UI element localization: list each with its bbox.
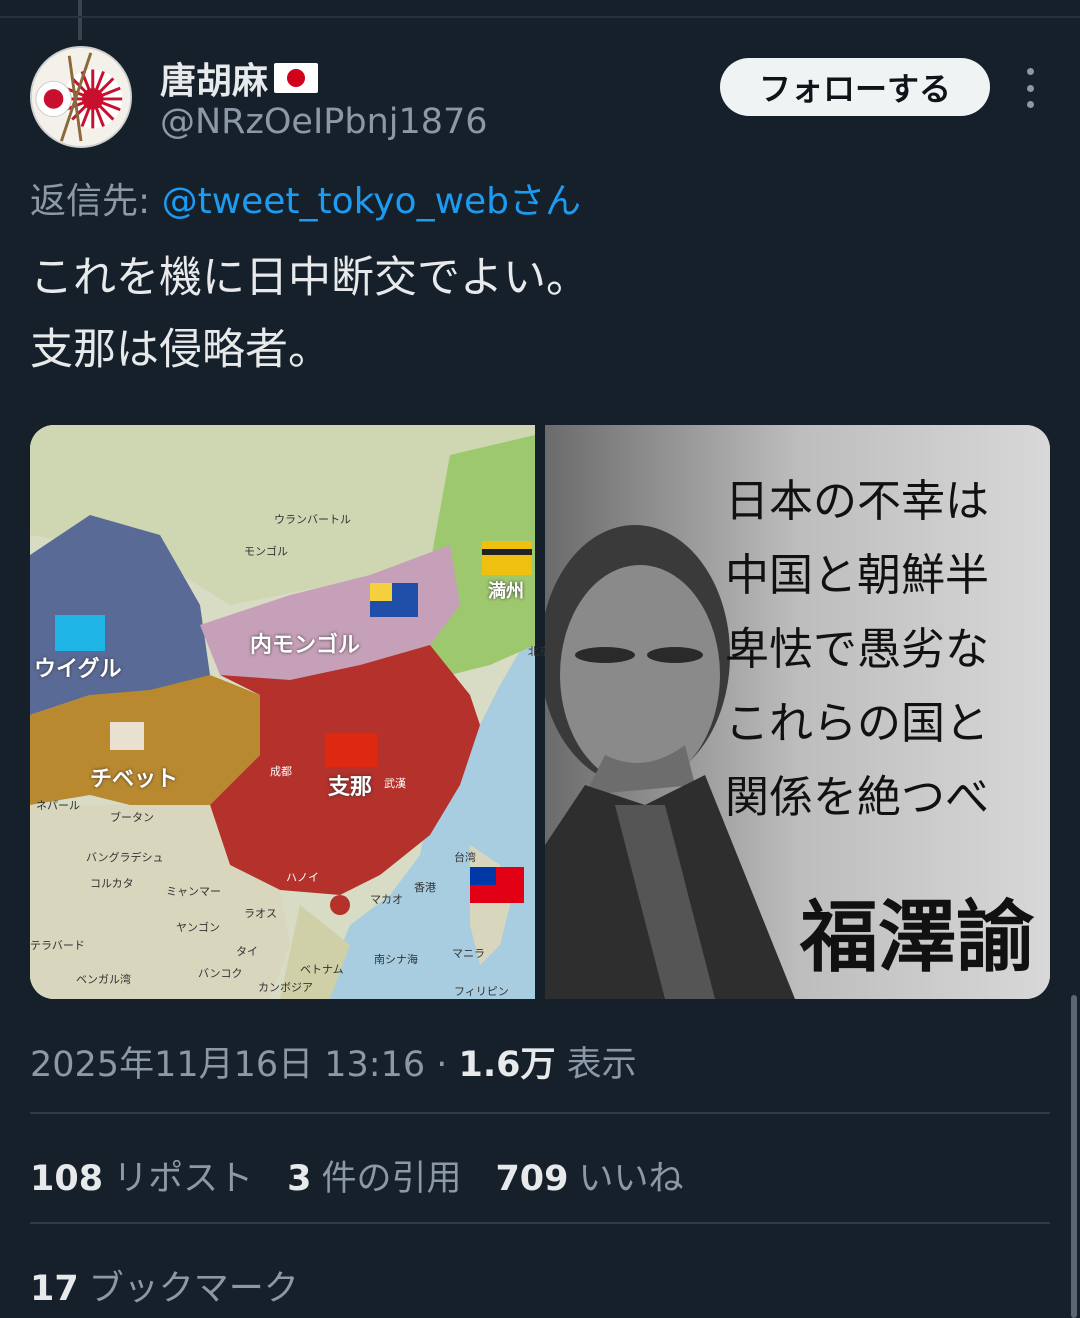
map-label-nepal: ネパール — [36, 799, 80, 812]
follow-button[interactable]: フォローする — [720, 58, 990, 116]
map-label-taiwan: 台湾 — [454, 851, 476, 864]
map-image[interactable]: ウランバートル モンゴル 内モンゴル 満州 ウイグル チベット 支那 北京 成都… — [30, 425, 550, 999]
map-label-hanoi: ハノイ — [286, 871, 319, 884]
map-label-uyghur: ウイグル — [34, 657, 122, 682]
map-label-bangladesh: バングラデシュ — [86, 851, 164, 864]
quote-text: 日本の不幸は 中国と朝鮮半 卑怯で愚劣な これらの国と 関係を絶つべ — [725, 465, 989, 835]
map-label-cambodia: カンボジア — [258, 981, 313, 994]
user-handle[interactable]: @NRzOeIPbnj1876 — [160, 102, 488, 142]
quote-line: 関係を絶つべ — [725, 772, 989, 823]
map-label-south-china-sea: 南シナ海 — [374, 953, 418, 966]
avatar-image — [32, 48, 130, 146]
map-label-bhutan: ブータン — [110, 811, 154, 824]
map-label-macau: マカオ — [370, 893, 403, 906]
map-label-yangon: ヤンゴン — [176, 921, 220, 934]
quotes-stat[interactable]: 3 件の引用 — [287, 1150, 461, 1201]
more-options-icon[interactable] — [1018, 68, 1042, 108]
map-label-ulaanbaatar: ウランバートル — [274, 513, 351, 526]
map-label-thailand: タイ — [236, 945, 258, 958]
view-count: 1.6万 — [458, 1045, 556, 1085]
scrollbar[interactable] — [1071, 995, 1077, 1318]
quote-author: 福澤諭 — [800, 892, 1035, 983]
likes-count: 709 — [495, 1159, 569, 1199]
quote-line: 中国と朝鮮半 — [725, 550, 989, 601]
quote-image[interactable]: 日本の不幸は 中国と朝鮮半 卑怯で愚劣な これらの国と 関係を絶つべ 福澤諭 — [545, 425, 1050, 999]
map-label-kolkata: コルカタ — [90, 877, 134, 890]
map-label-hyderabad: テラバード — [30, 939, 85, 952]
media-grid: ウランバートル モンゴル 内モンゴル 満州 ウイグル チベット 支那 北京 成都… — [30, 425, 1050, 999]
map-label-laos: ラオス — [244, 907, 277, 920]
map-label-china: 支那 — [328, 775, 373, 800]
likes-stat[interactable]: 709 いいね — [495, 1150, 683, 1201]
engagement-stats: 108 リポスト 3 件の引用 709 いいね — [30, 1150, 684, 1201]
map-label-bangkok: バンコク — [198, 967, 243, 980]
map-label-manchuria: 満州 — [488, 581, 524, 602]
map-label-philippines: フィリピン — [454, 985, 509, 998]
quote-line: 日本の不幸は — [725, 476, 989, 527]
map-label-vietnam: ベトナム — [300, 963, 344, 976]
avatar[interactable] — [30, 46, 132, 148]
timestamp-link[interactable]: 2025年11月16日 13:16 — [30, 1045, 425, 1085]
tweet-line: 支那は侵略者。 — [30, 325, 331, 375]
thread-connector-line — [78, 0, 82, 40]
map-label-wuhan: 武漢 — [384, 777, 406, 790]
tweet-meta: 2025年11月16日 13:16 · 1.6万 表示 — [30, 1036, 637, 1087]
tweet-header: 唐胡麻 @NRzOeIPbnj1876 フォローする — [30, 44, 1060, 154]
tweet-text: これを機に日中断交でよい。 支那は侵略者。 — [30, 242, 589, 386]
reply-prefix: 返信先: — [30, 181, 162, 222]
map-label-bengal: ベンガル湾 — [76, 973, 131, 986]
display-name[interactable]: 唐胡麻 — [160, 52, 268, 104]
quote-line: 卑怯で愚劣な — [725, 624, 989, 675]
reposts-count: 108 — [30, 1159, 104, 1199]
map-label-tibet: チベット — [90, 767, 179, 792]
map-label-inner-mongolia: 内モンゴル — [250, 633, 361, 658]
divider — [30, 1222, 1050, 1224]
mention-suffix[interactable]: さん — [509, 181, 581, 222]
japan-flag-icon — [274, 63, 319, 93]
bookmarks-count: 17 — [30, 1269, 79, 1309]
quotes-count: 3 — [287, 1159, 312, 1199]
meta-separator: · — [425, 1045, 459, 1085]
top-divider — [0, 16, 1080, 18]
likes-label: いいね — [578, 1159, 684, 1199]
map-label-chengdu: 成都 — [270, 765, 292, 778]
reposts-stat[interactable]: 108 リポスト — [30, 1150, 253, 1201]
quotes-label: 件の引用 — [321, 1159, 462, 1199]
reply-to-line: 返信先: @tweet_tokyo_webさん — [30, 172, 581, 224]
divider — [30, 1112, 1050, 1114]
reply-mention-link[interactable]: @tweet_tokyo_webさん — [162, 181, 581, 222]
bookmarks-stat[interactable]: 17 ブックマーク — [30, 1260, 299, 1311]
map-label-manila: マニラ — [452, 947, 485, 960]
name-row: 唐胡麻 — [160, 52, 319, 104]
mention-handle[interactable]: @tweet_tokyo_web — [162, 181, 509, 222]
map-label-hong-kong: 香港 — [414, 881, 436, 894]
map-label-myanmar: ミャンマー — [166, 885, 221, 898]
map-label-mongolia: モンゴル — [244, 545, 288, 558]
view-label: 表示 — [555, 1045, 637, 1085]
bookmarks-label: ブックマーク — [88, 1269, 299, 1309]
tweet-line: これを機に日中断交でよい。 — [30, 253, 589, 303]
reposts-label: リポスト — [113, 1159, 254, 1199]
quote-line: これらの国と — [725, 698, 989, 749]
